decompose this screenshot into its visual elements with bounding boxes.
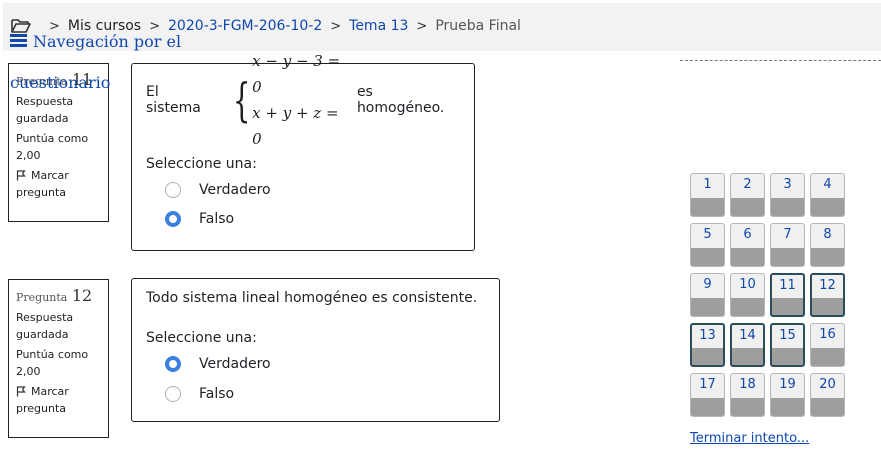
quiz-nav-button-label: 20 [811,374,844,398]
quiz-nav-button-4[interactable]: 4 [810,173,845,217]
quiz-nav-button-11[interactable]: 11 [770,273,805,317]
radio-verdadero[interactable] [165,182,181,198]
quiz-nav-button-label: 9 [691,274,724,298]
question-12-content: Todo sistema lineal homogéneo es consist… [131,278,500,422]
question-number: Pregunta 12 [16,286,93,305]
quiz-nav-button-label: 19 [771,374,804,398]
quiz-navigation-block [680,60,881,61]
quiz-nav-button-label: 11 [772,275,803,298]
quiz-nav-button-12[interactable]: 12 [810,273,845,317]
equation-system: { x − y − 3 = 0 x + y + z = 0 [232,52,341,148]
finish-attempt-link[interactable]: Terminar intento... [690,431,809,446]
flag-icon [16,386,26,397]
question-text: Todo sistema lineal homogéneo es consist… [146,290,478,306]
quiz-nav-button-label: 5 [691,224,724,248]
question-status: Respuesta guardada [16,311,74,341]
quiz-nav-button-label: 18 [731,374,764,398]
quiz-nav-button-17[interactable]: 17 [690,373,725,417]
quiz-nav-button-2[interactable]: 2 [730,173,765,217]
quiz-nav-button-19[interactable]: 19 [770,373,805,417]
quiz-nav-button-label: 6 [731,224,764,248]
quiz-nav-button-label: 13 [692,325,723,348]
question-12-info: Pregunta 12 Respuesta guardada Puntúa co… [8,279,109,438]
quiz-nav-button-20[interactable]: 20 [810,373,845,417]
quiz-nav-button-label: 3 [771,174,804,198]
quiz-nav-button-10[interactable]: 10 [730,273,765,317]
quiz-nav-button-5[interactable]: 5 [690,223,725,267]
quiz-nav-button-16[interactable]: 16 [810,323,845,367]
flag-icon [16,170,26,181]
quiz-nav-button-14[interactable]: 14 [730,323,765,367]
quiz-nav-button-7[interactable]: 7 [770,223,805,267]
question-text: El sistema { x − y − 3 = 0 x + y + z = 0… [146,52,460,148]
chevron-right-icon: > [416,18,428,34]
answer-prompt: Seleccione una: [146,156,257,172]
bars-icon [10,23,27,63]
quiz-nav-button-6[interactable]: 6 [730,223,765,267]
quiz-nav-button-18[interactable]: 18 [730,373,765,417]
quiz-nav-button-label: 7 [771,224,804,248]
quiz-nav-button-label: 16 [811,324,844,348]
option-verdadero[interactable]: Verdadero [146,353,485,375]
radio-verdadero[interactable] [165,356,181,372]
quiz-nav-button-15[interactable]: 15 [770,323,805,367]
breadcrumb-course[interactable]: 2020-3-FGM-206-10-2 [168,18,322,34]
quiz-nav-button-label: 10 [731,274,764,298]
answer-prompt: Seleccione una: [146,330,257,346]
question-score: Puntúa como 2,00 [16,132,89,162]
breadcrumb-current: Prueba Final [435,18,521,34]
radio-falso[interactable] [165,386,181,402]
quiz-nav-button-1[interactable]: 1 [690,173,725,217]
quiz-nav-button-8[interactable]: 8 [810,223,845,267]
quiz-nav-button-label: 17 [691,374,724,398]
option-verdadero[interactable]: Verdadero [146,179,460,201]
breadcrumb-topic[interactable]: Tema 13 [349,18,408,34]
quiz-nav-button-label: 8 [811,224,844,248]
option-falso[interactable]: Falso [146,208,460,230]
chevron-right-icon: > [330,18,342,34]
quiz-nav-button-label: 12 [812,275,843,298]
radio-falso[interactable] [165,211,181,227]
quiz-navigation-title: Navegación por el cuestionario [10,22,190,103]
question-score: Puntúa como 2,00 [16,348,89,378]
quiz-nav-button-label: 2 [731,174,764,198]
flag-question-button[interactable]: Marcar pregunta [16,167,101,201]
quiz-nav-button-label: 1 [691,174,724,198]
option-falso[interactable]: Falso [146,383,485,405]
quiz-nav-button-label: 15 [772,325,803,348]
quiz-nav-button-label: 4 [811,174,844,198]
quiz-nav-button-13[interactable]: 13 [690,323,725,367]
quiz-nav-button-label: 14 [732,325,763,348]
flag-question-button[interactable]: Marcar pregunta [16,383,101,417]
quiz-nav-button-9[interactable]: 9 [690,273,725,317]
quiz-nav-button-3[interactable]: 3 [770,173,805,217]
